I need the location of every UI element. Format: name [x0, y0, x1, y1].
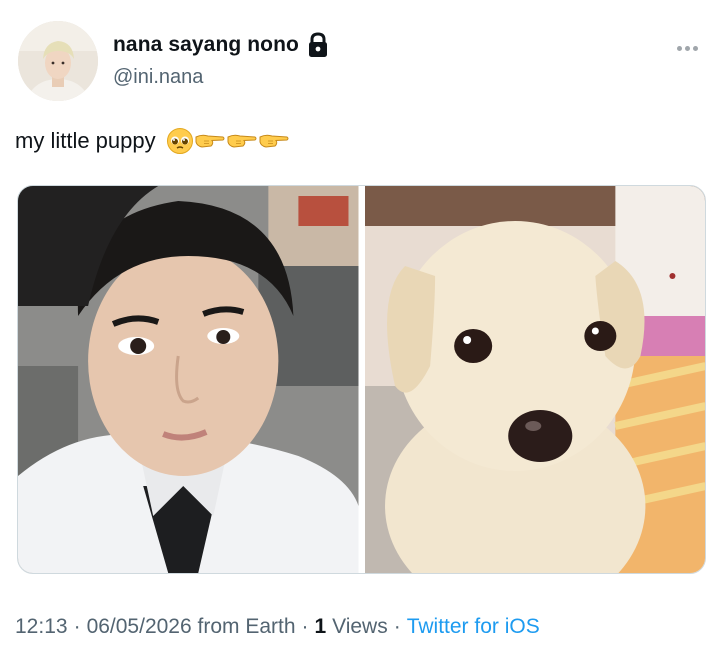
puppy-photo[interactable] — [364, 186, 705, 573]
tweet-text: my little puppy — [15, 128, 156, 153]
display-name[interactable]: nana sayang nono — [113, 33, 299, 57]
backhand-index-pointing-right-emoji — [259, 134, 289, 148]
pleading-face-emoji — [166, 128, 193, 154]
separator-dot: · — [301, 615, 309, 638]
lock-icon — [307, 32, 329, 58]
user-handle[interactable]: @ini.nana — [113, 66, 203, 89]
separator-dot: · — [73, 615, 81, 638]
tweet-date[interactable]: 06/05/2026 from Earth — [87, 615, 296, 639]
source-link[interactable]: Twitter for iOS — [407, 615, 540, 639]
avatar-image — [18, 21, 98, 101]
emoji-group — [166, 127, 290, 155]
selfie-photo[interactable] — [18, 186, 359, 573]
more-options-icon[interactable] — [677, 38, 709, 58]
tweet-text-row: my little puppy — [15, 127, 290, 155]
tweet-time[interactable]: 12:13 — [15, 615, 68, 639]
media-grid — [17, 185, 706, 574]
tweet-meta: 12:13 · 06/05/2026 from Earth · 1 Views … — [15, 615, 540, 639]
avatar[interactable] — [18, 21, 98, 101]
backhand-index-pointing-right-emoji — [227, 134, 257, 148]
author-name-row: nana sayang nono — [113, 32, 329, 58]
view-count: 1 — [314, 615, 327, 638]
backhand-index-pointing-right-emoji — [195, 134, 225, 148]
separator-dot: · — [393, 615, 401, 638]
views-label: Views — [332, 615, 388, 638]
